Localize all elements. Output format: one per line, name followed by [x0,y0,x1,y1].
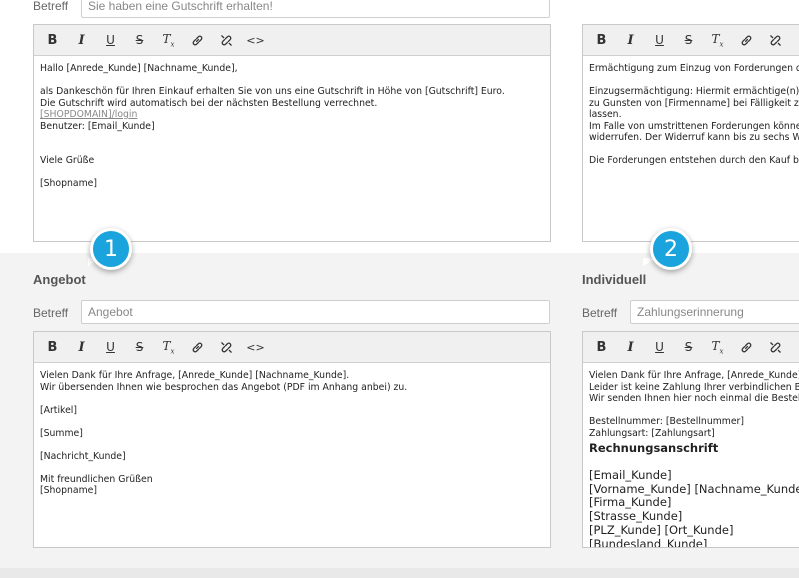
link-icon[interactable] [183,25,212,55]
strikethrough-button[interactable]: S [125,332,154,362]
section-title-angebot: Angebot [33,272,86,287]
source-code-button[interactable]: <> [241,25,270,55]
link-icon[interactable] [732,25,761,55]
unlink-icon[interactable] [761,25,790,55]
editor-angebot: B I U S Tx <> Vielen Dank für Ihre Anfra… [33,331,551,548]
section-title-individuell: Individuell [582,272,647,287]
strikethrough-button[interactable]: S [674,332,703,362]
unlink-icon[interactable] [212,25,241,55]
italic-button[interactable]: I [616,25,645,55]
editor-content[interactable]: Vielen Dank für Ihre Anfrage, [Anrede_Ku… [583,363,799,547]
editor-einzug: B I U S Tx Ermächtigung zum Einzug von F… [582,24,799,242]
italic-button[interactable]: I [67,332,96,362]
underline-button[interactable]: U [645,332,674,362]
subject-input[interactable]: Zahlungserinnerung [630,300,799,324]
editor-toolbar: B I U S Tx <> [34,25,550,56]
underline-button[interactable]: U [645,25,674,55]
subject-label: Betreff [33,0,69,13]
subject-label: Betreff [33,306,69,320]
underline-button[interactable]: U [96,25,125,55]
editor-gutschrift: B I U S Tx <> Hallo [Anrede_Kunde] [Nach… [33,24,551,242]
editor-toolbar: B I U S Tx <> [34,332,550,363]
link-icon[interactable] [732,332,761,362]
billing-heading: Rechnungsanschrift [589,441,719,455]
subject-input[interactable]: Angebot [81,300,550,324]
subject-label: Betreff [582,306,618,320]
editor-individuell: B I U S Tx Vielen Dank für Ihre Anfrage,… [582,331,799,548]
link-icon[interactable] [183,332,212,362]
italic-button[interactable]: I [67,25,96,55]
clear-format-button[interactable]: Tx [703,332,732,362]
source-code-button[interactable]: <> [241,332,270,362]
step-badge-2: 2 [650,228,692,270]
editor-toolbar: B I U S Tx [583,25,799,56]
bold-button[interactable]: B [587,25,616,55]
editor-content[interactable]: Vielen Dank für Ihre Anfrage, [Anrede_Ku… [34,363,550,497]
login-link[interactable]: [SHOPDOMAIN]/login [40,109,544,121]
editor-content[interactable]: Hallo [Anrede_Kunde] [Nachname_Kunde],​a… [34,56,550,190]
unlink-icon[interactable] [761,332,790,362]
editor-toolbar: B I U S Tx [583,332,799,363]
italic-button[interactable]: I [616,332,645,362]
subject-input[interactable]: Sie haben eine Gutschrift erhalten! [81,0,550,18]
bold-button[interactable]: B [38,25,67,55]
unlink-icon[interactable] [212,332,241,362]
clear-format-button[interactable]: Tx [154,332,183,362]
step-badge-1: 1 [90,228,132,270]
underline-button[interactable]: U [96,332,125,362]
bold-button[interactable]: B [587,332,616,362]
clear-format-button[interactable]: Tx [703,25,732,55]
bottom-strip [0,568,799,578]
strikethrough-button[interactable]: S [125,25,154,55]
clear-format-button[interactable]: Tx [154,25,183,55]
strikethrough-button[interactable]: S [674,25,703,55]
editor-content[interactable]: Ermächtigung zum Einzug von Forderungen … [583,56,799,167]
bold-button[interactable]: B [38,332,67,362]
